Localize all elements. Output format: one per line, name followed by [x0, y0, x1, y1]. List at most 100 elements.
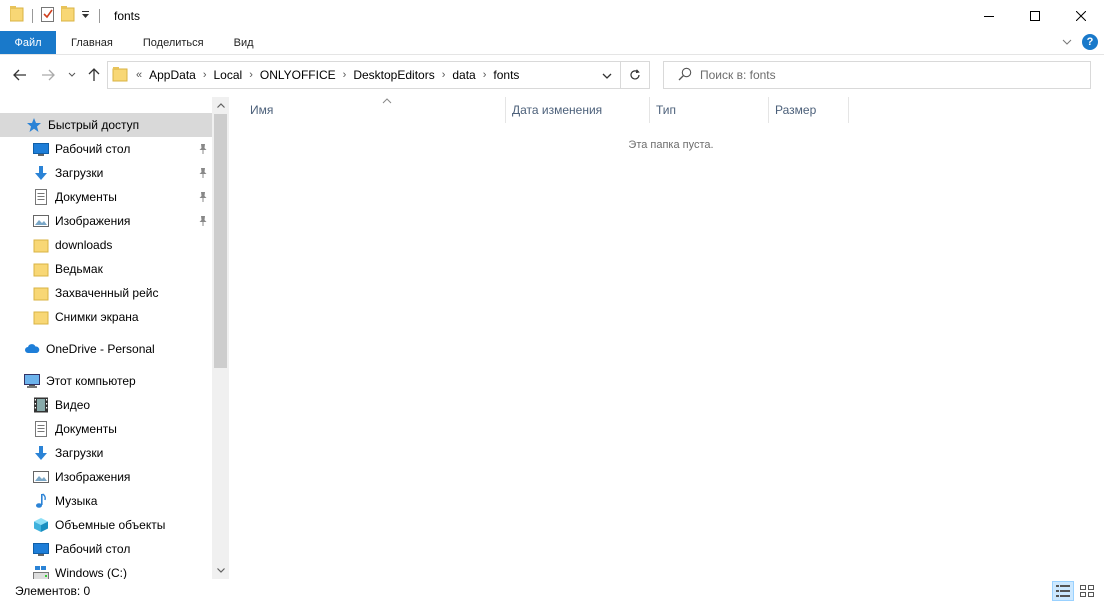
pin-icon[interactable] [198, 143, 208, 158]
scroll-up-button[interactable] [212, 97, 229, 114]
tab-share[interactable]: Поделиться [128, 31, 219, 54]
sidebar-item-video[interactable]: Видео [0, 393, 212, 417]
pin-icon[interactable] [198, 215, 208, 230]
sidebar-scrollbar[interactable] [212, 97, 229, 579]
sidebar-item-downloads[interactable]: Загрузки [0, 161, 212, 185]
desktop-icon [33, 541, 49, 557]
sidebar-item-vedmak[interactable]: Ведьмак [0, 257, 212, 281]
sidebar-item-downloads-folder[interactable]: downloads [0, 233, 212, 257]
chevron-down-icon [216, 568, 225, 573]
customize-toolbar-icon[interactable] [81, 6, 91, 25]
breadcrumb-desktopeditors[interactable]: DesktopEditors [350, 68, 437, 82]
close-icon [1076, 10, 1086, 21]
large-icons-view-icon [1080, 585, 1094, 597]
help-icon[interactable]: ? [1082, 34, 1098, 50]
sidebar-item-label: Быстрый доступ [48, 118, 140, 132]
breadcrumb-separator[interactable]: › [245, 69, 257, 81]
breadcrumb-separator[interactable]: › [479, 69, 491, 81]
close-button[interactable] [1058, 0, 1104, 31]
breadcrumb-onlyoffice[interactable]: ONLYOFFICE [257, 68, 339, 82]
arrow-left-icon [13, 69, 26, 81]
sidebar-item-label: Документы [55, 422, 117, 436]
toolbar-separator [32, 8, 33, 23]
up-button[interactable] [86, 67, 102, 83]
sidebar-item-desktop[interactable]: Рабочий стол [0, 137, 212, 161]
breadcrumb-appdata[interactable]: AppData [146, 68, 199, 82]
forward-button[interactable] [40, 67, 56, 83]
sidebar-item-pictures[interactable]: Изображения [0, 209, 212, 233]
breadcrumb-local[interactable]: Local [211, 68, 246, 82]
item-count: Элементов: 0 [15, 584, 91, 598]
address-bar[interactable]: « AppData › Local › ONLYOFFICE › Desktop… [107, 61, 621, 89]
breadcrumb-overflow[interactable]: « [132, 69, 146, 81]
sidebar-item-3d-objects[interactable]: Объемные объекты [0, 513, 212, 537]
sidebar-item-pc-pictures[interactable]: Изображения [0, 465, 212, 489]
sidebar-item-label: Этот компьютер [46, 374, 136, 388]
sidebar-item-music[interactable]: Музыка [0, 489, 212, 513]
breadcrumb-separator[interactable]: › [339, 69, 351, 81]
sidebar-item-documents[interactable]: Документы [0, 185, 212, 209]
pin-icon[interactable] [198, 167, 208, 182]
sidebar-item-drive-c[interactable]: Windows (C:) [0, 561, 212, 579]
folder-icon [33, 309, 49, 325]
sidebar-item-screenshots[interactable]: Снимки экрана [0, 305, 212, 329]
sidebar-item-this-pc[interactable]: Этот компьютер [0, 369, 212, 393]
back-button[interactable] [12, 67, 28, 83]
sidebar-item-pc-desktop[interactable]: Рабочий стол [0, 537, 212, 561]
recent-locations-button[interactable] [66, 67, 78, 83]
minimize-button[interactable] [966, 0, 1012, 31]
sidebar-item-label: Объемные объекты [55, 518, 166, 532]
column-date-modified[interactable]: Дата изменения [506, 97, 650, 123]
tab-file[interactable]: Файл [0, 31, 56, 54]
new-folder-icon[interactable] [60, 6, 75, 25]
column-name[interactable]: Имя [244, 97, 506, 123]
minimize-icon [984, 15, 994, 17]
column-header-label: Размер [775, 103, 817, 117]
star-icon [26, 117, 42, 133]
file-list[interactable]: Имя Дата изменения Тип Размер Эта папка … [232, 97, 1104, 579]
breadcrumb-data[interactable]: data [449, 68, 478, 82]
column-size[interactable]: Размер [769, 97, 849, 123]
expand-ribbon-button[interactable] [1062, 35, 1072, 49]
sidebar-item-label: Захваченный рейс [55, 286, 159, 300]
sidebar-item-onedrive[interactable]: OneDrive - Personal [0, 337, 212, 361]
empty-folder-message: Эта папка пуста. [628, 139, 714, 151]
window-controls [966, 0, 1104, 31]
large-icons-view-button[interactable] [1076, 581, 1098, 601]
sidebar-item-zakhvachenny-reis[interactable]: Захваченный рейс [0, 281, 212, 305]
quick-access-toolbar: fonts [0, 0, 140, 31]
cloud-icon [24, 341, 40, 357]
ribbon-controls: ? [1062, 34, 1098, 50]
refresh-button[interactable] [620, 61, 650, 89]
folder-icon [33, 237, 49, 253]
sidebar-item-label: Документы [55, 190, 117, 204]
tab-view[interactable]: Вид [219, 31, 269, 54]
sidebar-item-label: Ведьмак [55, 262, 103, 276]
column-type[interactable]: Тип [650, 97, 769, 123]
scroll-down-button[interactable] [212, 562, 229, 579]
search-input[interactable]: Поиск в: fonts [700, 68, 776, 82]
details-view-button[interactable] [1052, 581, 1074, 601]
details-view-icon [1056, 585, 1070, 597]
sidebar-item-quick-access[interactable]: Быстрый доступ [0, 113, 212, 137]
breadcrumb-separator[interactable]: › [199, 69, 211, 81]
3d-objects-icon [33, 517, 49, 533]
pin-icon[interactable] [198, 191, 208, 206]
properties-icon[interactable] [41, 6, 55, 25]
search-box[interactable]: Поиск в: fonts [663, 61, 1091, 89]
maximize-button[interactable] [1012, 0, 1058, 31]
sidebar-item-pc-documents[interactable]: Документы [0, 417, 212, 441]
maximize-icon [1030, 10, 1040, 21]
sidebar-item-pc-downloads[interactable]: Загрузки [0, 441, 212, 465]
chevron-down-icon [602, 73, 612, 79]
tab-home[interactable]: Главная [56, 31, 128, 54]
breadcrumb-fonts[interactable]: fonts [490, 68, 522, 82]
search-icon [678, 67, 692, 84]
document-icon [33, 421, 49, 437]
address-dropdown-button[interactable] [602, 69, 612, 83]
column-header-label: Имя [250, 103, 274, 117]
download-icon [33, 165, 49, 181]
breadcrumb-separator[interactable]: › [438, 69, 450, 81]
scroll-thumb[interactable] [214, 114, 227, 368]
navigation-bar: « AppData › Local › ONLYOFFICE › Desktop… [0, 55, 1104, 95]
